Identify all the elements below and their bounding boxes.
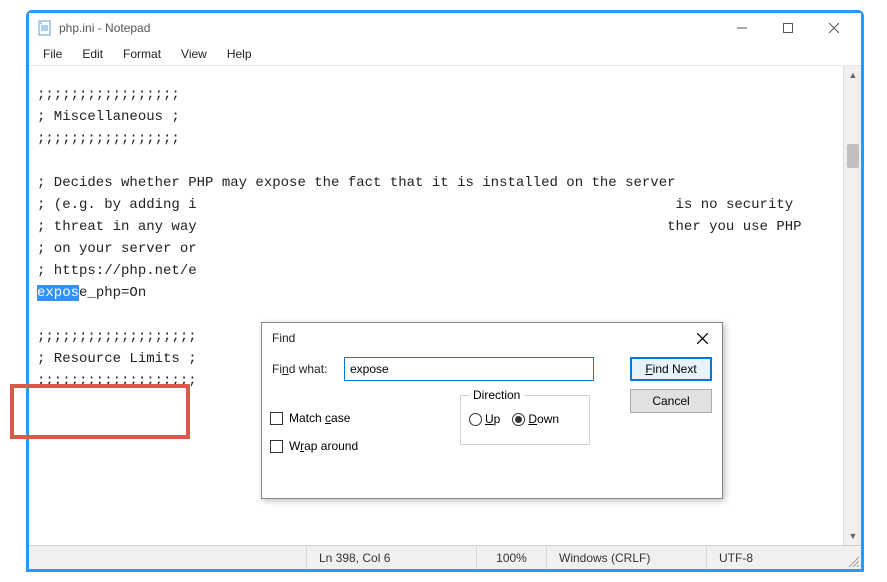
maximize-button[interactable] xyxy=(765,13,811,43)
radio-icon xyxy=(469,413,482,426)
close-button[interactable] xyxy=(811,13,857,43)
find-close-button[interactable] xyxy=(688,327,716,349)
titlebar: php.ini - Notepad xyxy=(29,13,861,43)
status-zoom: 100% xyxy=(477,546,547,569)
direction-down-radio[interactable]: Down xyxy=(512,412,559,426)
direction-up-radio[interactable]: Up xyxy=(469,412,500,426)
menu-file[interactable]: File xyxy=(33,45,72,63)
menu-edit[interactable]: Edit xyxy=(72,45,113,63)
find-dialog: Find Find what: Find Next Cancel Directi… xyxy=(261,322,723,499)
status-encoding: UTF-8 xyxy=(707,546,843,569)
direction-group: Direction Up Down xyxy=(460,395,590,445)
selected-text: expos xyxy=(37,285,79,301)
text-line: ;;;;;;;;;;;;;;;;; xyxy=(37,87,180,103)
text-line: ; on your server or xyxy=(37,241,197,257)
text-line: ; Miscellaneous ; xyxy=(37,109,180,125)
match-case-checkbox[interactable]: Match case xyxy=(270,411,358,425)
scroll-down-icon[interactable]: ▼ xyxy=(844,527,861,545)
text-line: ; threat in any way xyxy=(37,219,197,235)
menu-format[interactable]: Format xyxy=(113,45,171,63)
text-line: ; Resource Limits ; xyxy=(37,351,197,367)
radio-icon xyxy=(512,413,525,426)
notepad-icon xyxy=(37,20,53,36)
scroll-thumb[interactable] xyxy=(847,144,859,168)
checkbox-icon xyxy=(270,440,283,453)
text-line: ;;;;;;;;;;;;;;;;; xyxy=(37,131,180,147)
status-position: Ln 398, Col 6 xyxy=(307,546,477,569)
menu-help[interactable]: Help xyxy=(217,45,262,63)
text-line: ther you use PHP xyxy=(667,219,801,235)
find-what-label: Find what: xyxy=(272,362,336,376)
editor-area: ;;;;;;;;;;;;;;;;; ; Miscellaneous ; ;;;;… xyxy=(29,65,861,545)
find-dialog-titlebar: Find xyxy=(262,323,722,353)
menubar: File Edit Format View Help xyxy=(29,43,861,65)
find-what-input[interactable] xyxy=(344,357,594,381)
text-line: e_php=On xyxy=(79,285,146,301)
wrap-around-checkbox[interactable]: Wrap around xyxy=(270,439,358,453)
window-title: php.ini - Notepad xyxy=(59,21,150,35)
text-line: ; (e.g. by adding i xyxy=(37,197,197,213)
scroll-up-icon[interactable]: ▲ xyxy=(844,66,861,84)
minimize-button[interactable] xyxy=(719,13,765,43)
text-line: is no security xyxy=(676,197,794,213)
text-line: ; Decides whether PHP may expose the fac… xyxy=(37,175,676,191)
text-line: ;;;;;;;;;;;;;;;;;;; xyxy=(37,329,197,345)
notepad-window: php.ini - Notepad File Edit Format View … xyxy=(26,10,864,572)
statusbar: Ln 398, Col 6 100% Windows (CRLF) UTF-8 xyxy=(29,545,861,569)
menu-view[interactable]: View xyxy=(171,45,217,63)
find-dialog-title: Find xyxy=(272,331,295,345)
resize-grip-icon[interactable] xyxy=(843,546,861,569)
text-line: ; https://php.net/e xyxy=(37,263,197,279)
checkbox-icon xyxy=(270,412,283,425)
find-next-button[interactable]: Find Next xyxy=(630,357,712,381)
status-spacer xyxy=(29,546,307,569)
direction-label: Direction xyxy=(469,388,524,402)
vertical-scrollbar[interactable]: ▲ ▼ xyxy=(843,66,861,545)
status-eol: Windows (CRLF) xyxy=(547,546,707,569)
text-line: ;;;;;;;;;;;;;;;;;;; xyxy=(37,373,197,389)
cancel-button[interactable]: Cancel xyxy=(630,389,712,413)
